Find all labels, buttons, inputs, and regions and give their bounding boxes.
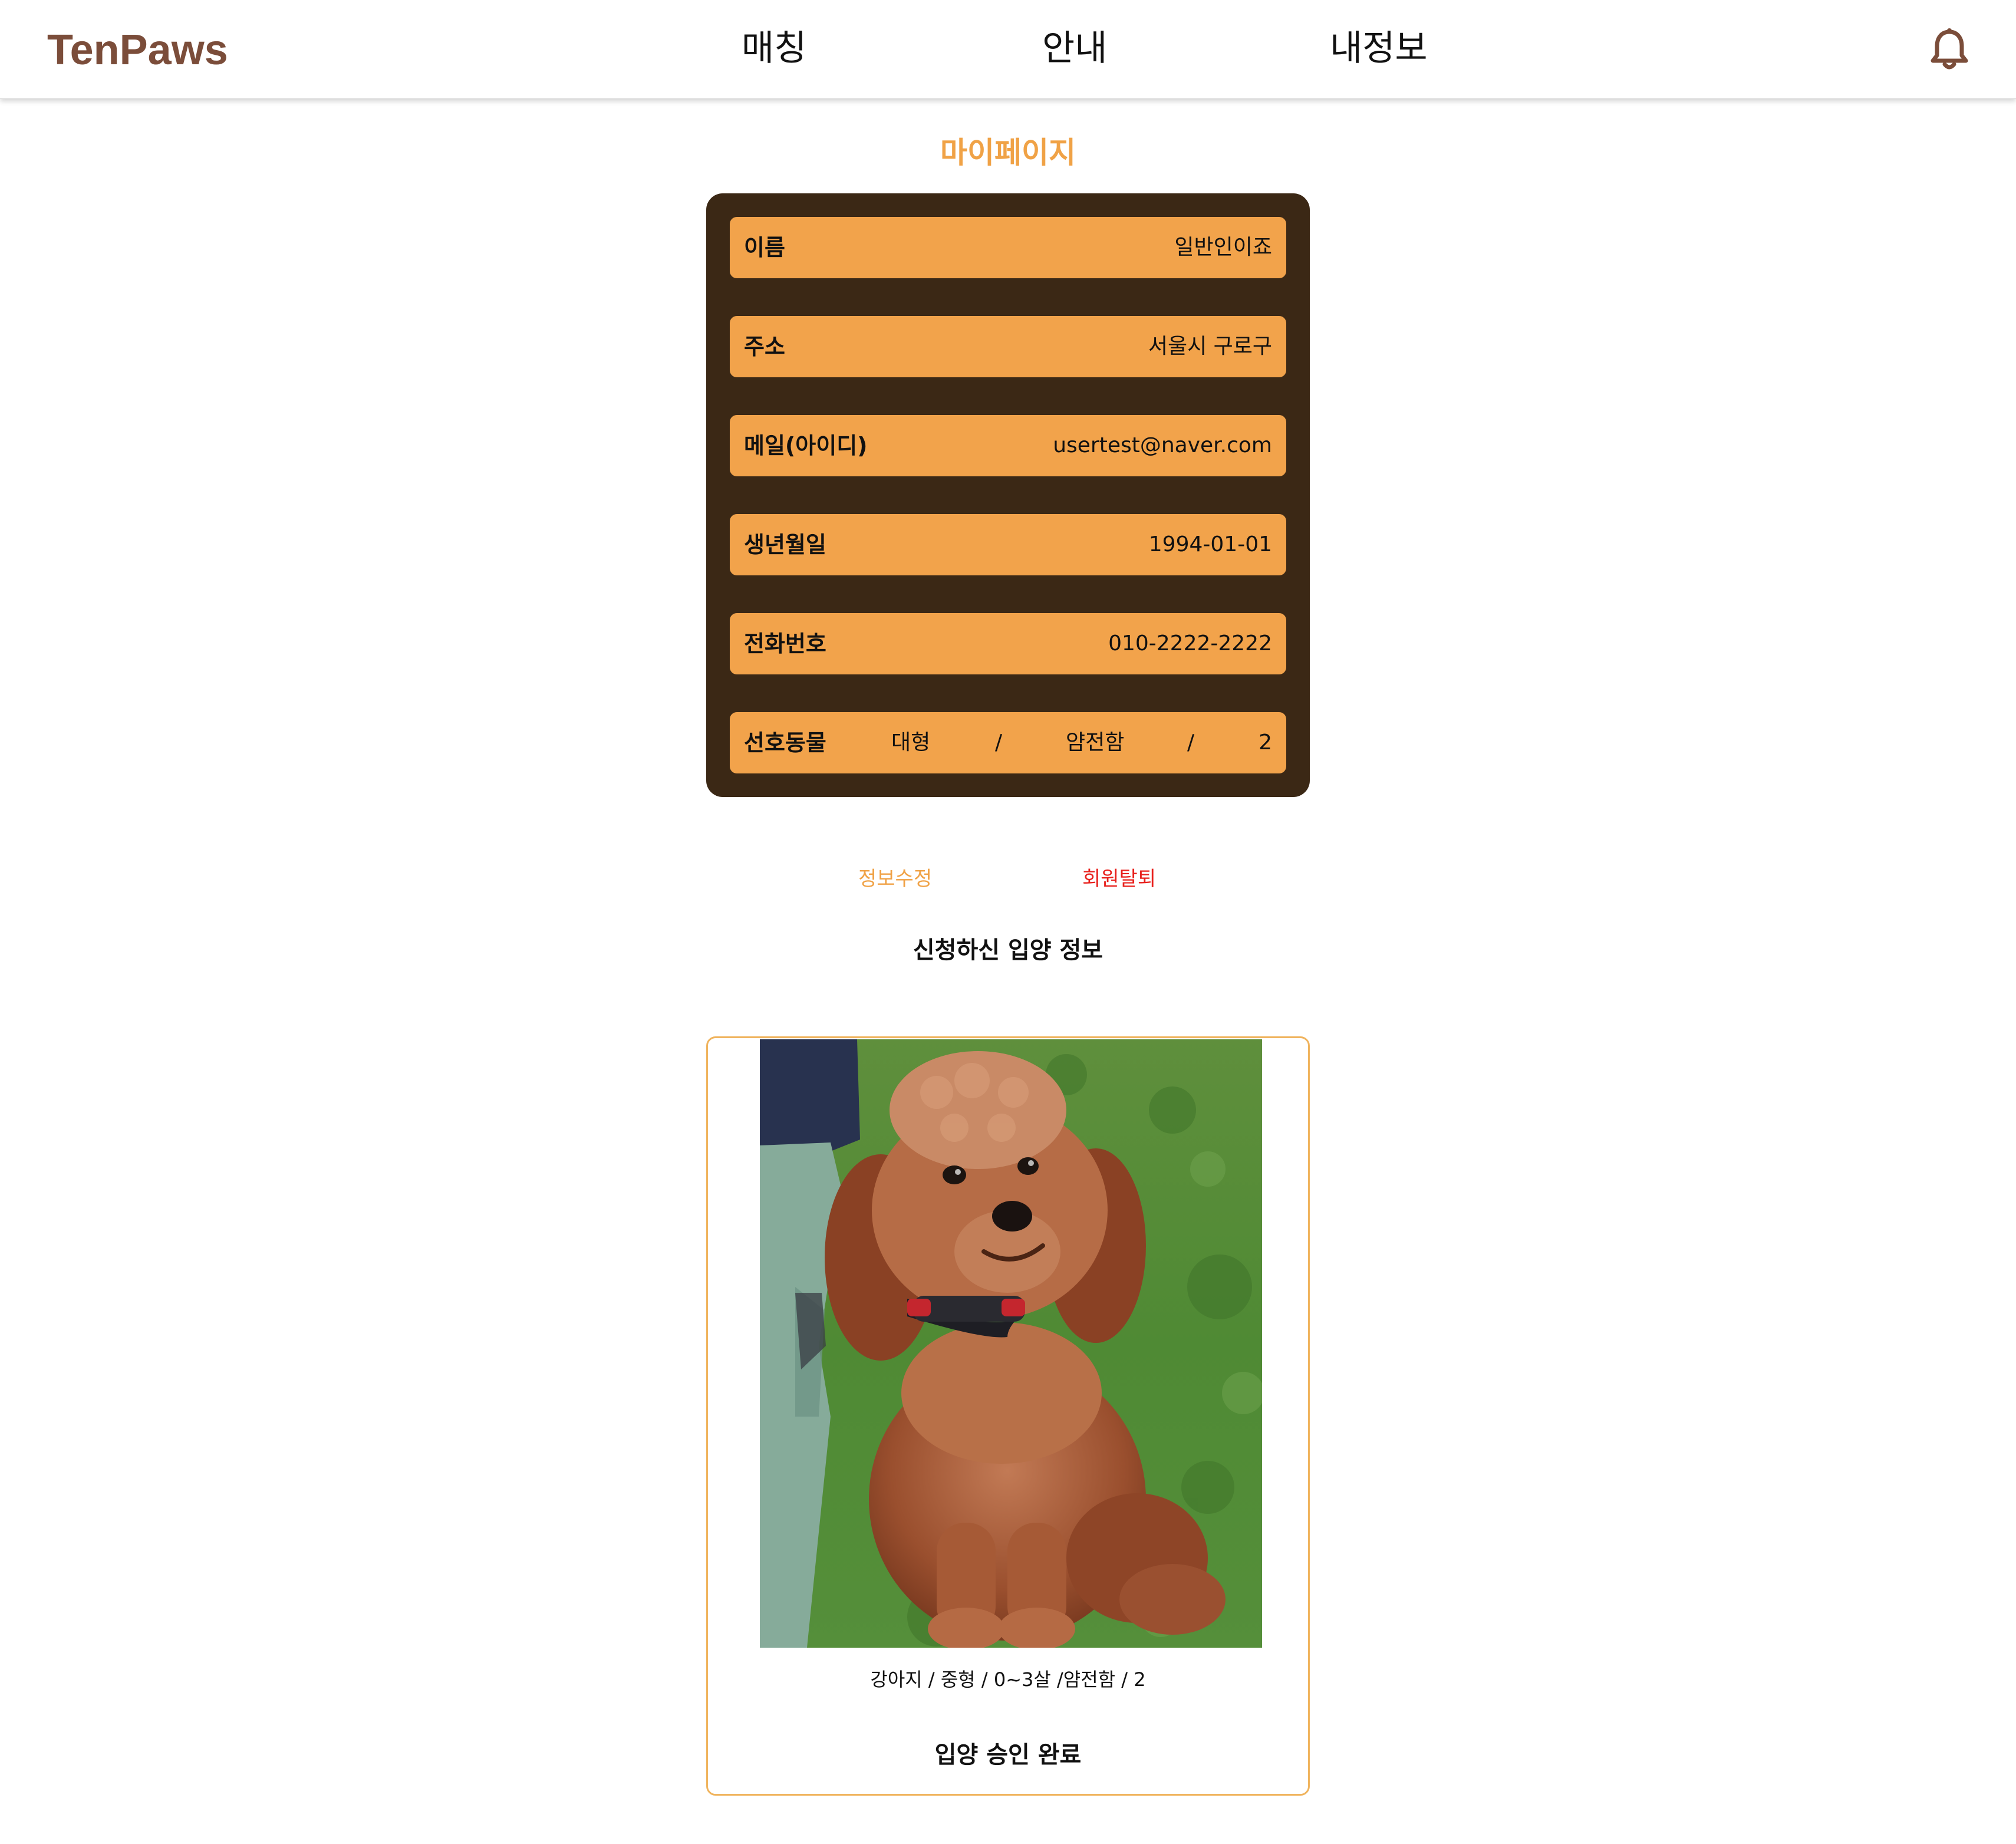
address-value: 서울시 구로구 <box>1148 334 1272 358</box>
adoption-card[interactable]: 강아지 / 중형 / 0~3살 /얌전함 / 2 입양 승인 완료 <box>706 1036 1310 1796</box>
name-value: 일반인이죠 <box>1174 235 1272 259</box>
nav-my-info[interactable]: 내정보 <box>1330 24 1428 73</box>
poodle-illustration <box>760 1039 1262 1648</box>
adoption-section-heading: 신청하신 입양 정보 <box>913 937 1103 964</box>
info-row-name: 이름 일반인이죠 <box>730 217 1286 278</box>
tenpaws-logo[interactable]: TenPaws <box>47 24 228 77</box>
preferred-count-value: 2 <box>1259 730 1272 755</box>
info-row-email: 메일(아이디) usertest@naver.com <box>730 415 1286 476</box>
bell-icon-graphic <box>1931 28 1968 70</box>
email-value: usertest@naver.com <box>1053 433 1272 457</box>
pet-photo <box>760 1039 1262 1648</box>
name-label: 이름 <box>744 235 785 261</box>
profile-info-panel: 이름 일반인이죠 주소 서울시 구로구 메일(아이디) usertest@nav… <box>706 193 1310 797</box>
birthdate-label: 생년월일 <box>744 532 826 558</box>
email-label: 메일(아이디) <box>744 433 868 459</box>
phone-label: 전화번호 <box>744 631 826 657</box>
preferred-temperament-value: 얌전함 <box>1066 730 1125 755</box>
info-row-preferred-animal: 선호동물 대형 / 얌전함 / 2 <box>730 712 1286 773</box>
info-row-phone: 전화번호 010-2222-2222 <box>730 613 1286 674</box>
withdraw-membership-button[interactable]: 회원탈퇴 <box>1082 864 1156 894</box>
info-row-address: 주소 서울시 구로구 <box>730 316 1286 377</box>
adoption-status: 입양 승인 완료 <box>934 1741 1082 1769</box>
bell-icon[interactable] <box>1929 27 1970 72</box>
nav-guide[interactable]: 안내 <box>1042 24 1107 73</box>
preferred-separator-1: / <box>995 730 1003 755</box>
page-title: 마이페이지 <box>940 136 1076 170</box>
nav-matching[interactable]: 매칭 <box>742 24 806 73</box>
info-row-birthdate: 생년월일 1994-01-01 <box>730 514 1286 575</box>
preferred-size-value: 대형 <box>891 730 931 755</box>
preferred-animal-label: 선호동물 <box>744 730 826 756</box>
address-label: 주소 <box>744 334 785 360</box>
top-navigation-bar: TenPaws 매칭 안내 내정보 <box>0 0 2016 99</box>
phone-value: 010-2222-2222 <box>1108 631 1272 656</box>
edit-profile-button[interactable]: 정보수정 <box>858 864 932 894</box>
birthdate-value: 1994-01-01 <box>1148 532 1272 557</box>
pet-description: 강아지 / 중형 / 0~3살 /얌전함 / 2 <box>870 1668 1146 1691</box>
preferred-separator-2: / <box>1187 730 1195 755</box>
